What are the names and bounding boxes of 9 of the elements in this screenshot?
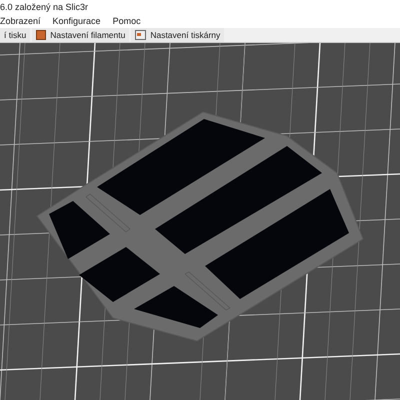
menu-item[interactable]: Pomoc: [112, 16, 141, 26]
settings-tab[interactable]: Nastavení tiskárny: [131, 28, 224, 42]
settings-tab[interactable]: í tisku: [0, 28, 30, 42]
settings-tab[interactable]: Nastavení filamentu: [32, 28, 130, 42]
menu-item[interactable]: Zobrazení: [0, 16, 41, 26]
window-title: 6.0 založený na Slic3r: [0, 2, 88, 12]
spool-icon: [36, 30, 46, 40]
printer-icon: [135, 30, 146, 40]
menu-item[interactable]: Konfigurace: [52, 16, 101, 26]
